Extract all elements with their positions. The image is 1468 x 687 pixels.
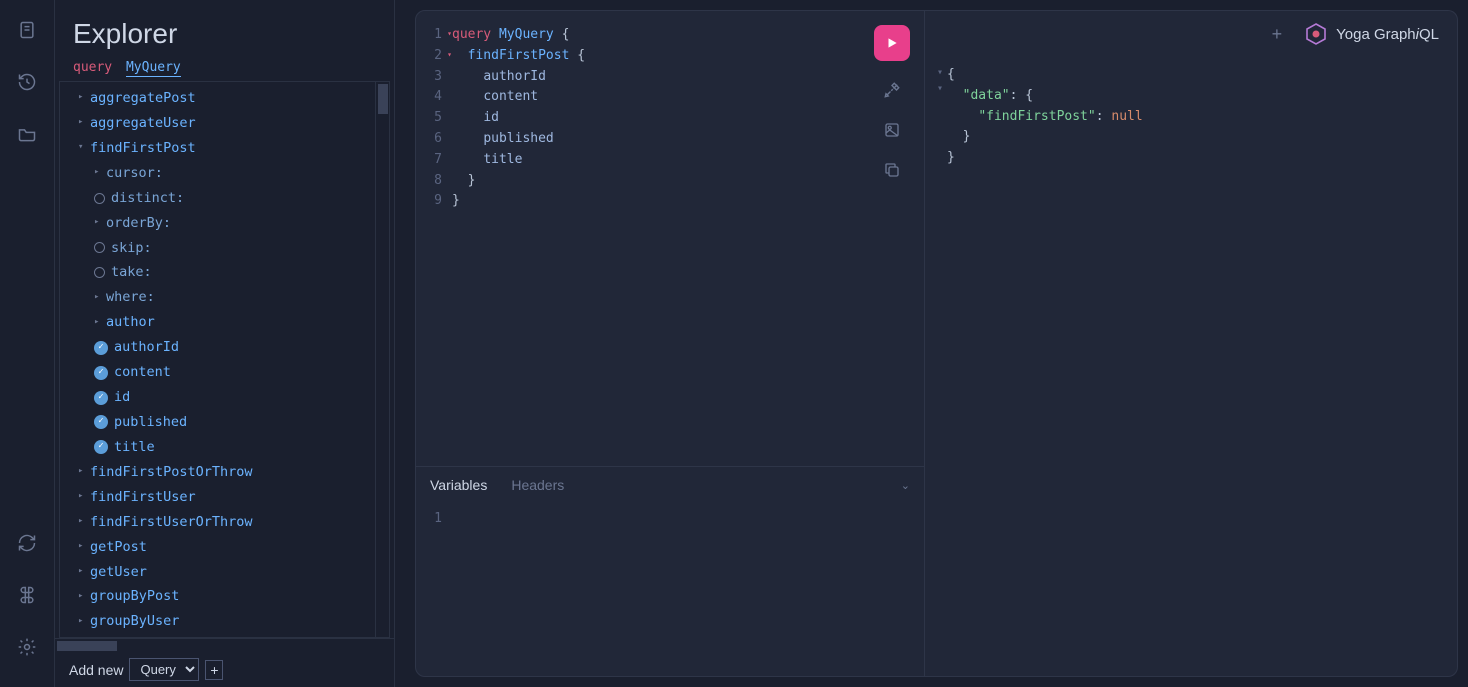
execute-button[interactable] [874,25,910,61]
explorer-panel: Explorer query MyQuery ▸aggregatePost▸ag… [55,0,395,687]
checked-icon[interactable]: ✓ [94,366,108,380]
add-new-plus-button[interactable]: + [205,660,223,680]
shortcuts-icon[interactable] [15,583,39,607]
expand-arrow-icon[interactable]: ▸ [78,565,90,579]
tree-item-authorid[interactable]: ✓authorId [68,335,389,360]
response-viewer[interactable]: { "data": { "findFirstPost": null }} [925,57,1457,676]
editor-actions [874,25,910,181]
variables-tabs: Variables Headers ⌄ [416,467,924,503]
expand-arrow-icon[interactable]: ▸ [94,216,106,230]
editor-code[interactable]: query MyQuery { findFirstPost { authorId… [452,25,924,466]
expand-arrow-icon[interactable]: ▸ [78,615,90,629]
operation-name-input[interactable]: MyQuery [126,60,181,77]
tree-item-getuser[interactable]: ▸getUser [68,560,389,585]
unchecked-icon[interactable] [94,242,105,253]
tab-headers[interactable]: Headers [511,477,564,493]
tree-item-author[interactable]: ▸author [68,310,389,335]
tree-item-published[interactable]: ✓published [68,410,389,435]
explorer-tree[interactable]: ▸aggregatePost▸aggregateUser▾findFirstPo… [59,81,390,638]
folder-icon[interactable] [15,122,39,146]
prettify-icon[interactable] [881,79,903,101]
checked-icon[interactable]: ✓ [94,415,108,429]
unchecked-icon[interactable] [94,193,105,204]
main-area: 123456789 query MyQuery { findFirstPost … [395,0,1468,687]
expand-arrow-icon[interactable]: ▸ [78,515,90,529]
tree-item-take[interactable]: take: [68,260,389,285]
tree-item-content[interactable]: ✓content [68,360,389,385]
tree-item-title[interactable]: ✓title [68,435,389,460]
expand-arrow-icon[interactable]: ▸ [94,291,106,305]
tree-item-cursor[interactable]: ▸cursor: [68,161,389,186]
query-editor[interactable]: 123456789 query MyQuery { findFirstPost … [416,11,924,466]
add-new-row: Add new Query + [55,652,394,687]
tree-item-aggregatepost[interactable]: ▸aggregatePost [68,86,389,111]
expand-arrow-icon[interactable]: ▸ [78,590,90,604]
docs-icon[interactable] [15,18,39,42]
expand-arrow-icon[interactable]: ▸ [78,540,90,554]
history-icon[interactable] [15,70,39,94]
response-panel: + Yoga GraphiQL { "data": { "findFirstPo… [925,10,1458,677]
tree-item-orderby[interactable]: ▸orderBy: [68,211,389,236]
expand-arrow-icon[interactable]: ▸ [94,316,106,330]
explorer-hscrollbar[interactable] [55,638,394,652]
explorer-vscrollbar[interactable] [375,82,389,637]
tree-item-groupbyuser[interactable]: ▸groupByUser [68,609,389,634]
tree-item-aggregateuser[interactable]: ▸aggregateUser [68,111,389,136]
settings-icon[interactable] [15,635,39,659]
expand-arrow-icon[interactable]: ▸ [78,490,90,504]
left-rail [0,0,55,687]
explorer-title: Explorer [55,0,394,58]
variables-collapse-icon[interactable]: ⌄ [901,479,910,492]
add-new-select[interactable]: Query [129,658,199,681]
brand-logo: Yoga GraphiQL [1304,22,1439,46]
tree-item-getpost[interactable]: ▸getPost [68,535,389,560]
tree-item-findfirstpostorthrow[interactable]: ▸findFirstPostOrThrow [68,460,389,485]
yoga-logo-icon [1304,22,1328,46]
tree-item-id[interactable]: ✓id [68,385,389,410]
expand-arrow-icon[interactable]: ▾ [78,141,90,155]
tree-item-distinct[interactable]: distinct: [68,186,389,211]
expand-arrow-icon[interactable]: ▸ [78,116,90,130]
new-tab-button[interactable]: + [1272,24,1283,45]
tab-variables[interactable]: Variables [430,477,487,493]
variables-editor[interactable]: 1 [416,503,924,676]
tree-item-groupbypost[interactable]: ▸groupByPost [68,584,389,609]
expand-arrow-icon[interactable]: ▸ [94,166,106,180]
checked-icon[interactable]: ✓ [94,391,108,405]
tree-item-skip[interactable]: skip: [68,236,389,261]
checked-icon[interactable]: ✓ [94,440,108,454]
checked-icon[interactable]: ✓ [94,341,108,355]
tree-item-findfirstuserorthrow[interactable]: ▸findFirstUserOrThrow [68,510,389,535]
response-header: + Yoga GraphiQL [925,11,1457,57]
unchecked-icon[interactable] [94,267,105,278]
expand-arrow-icon[interactable]: ▸ [78,91,90,105]
copy-icon[interactable] [881,159,903,181]
variables-panel: Variables Headers ⌄ 1 [416,466,924,676]
refresh-icon[interactable] [15,531,39,555]
operation-header[interactable]: query MyQuery [55,58,394,81]
tree-item-findfirstuser[interactable]: ▸findFirstUser [68,485,389,510]
merge-icon[interactable] [881,119,903,141]
tree-item-where[interactable]: ▸where: [68,285,389,310]
query-editor-panel: 123456789 query MyQuery { findFirstPost … [415,10,925,677]
editor-gutter: 123456789 [416,25,452,466]
expand-arrow-icon[interactable]: ▸ [78,465,90,479]
tree-item-findfirstpost[interactable]: ▾findFirstPost [68,136,389,161]
